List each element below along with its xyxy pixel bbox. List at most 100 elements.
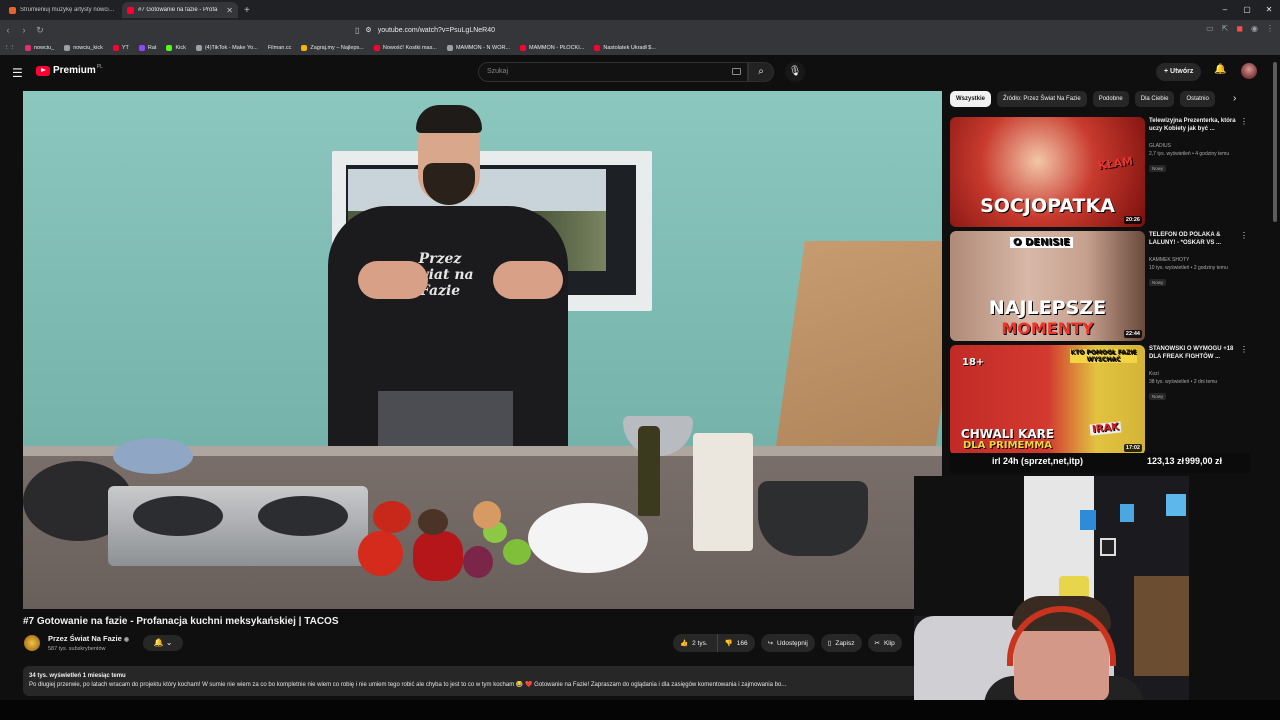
video-info: TELEFON OD POLAKA & LALUNY! - *OSKAR VS … bbox=[1149, 231, 1245, 289]
maximize-icon[interactable]: ▢ bbox=[1236, 0, 1258, 20]
bookmark-item[interactable]: MAMMON - PŁOCKI... bbox=[520, 44, 584, 51]
more-options-icon[interactable]: ⋮ bbox=[1240, 231, 1248, 240]
tiktok-icon bbox=[195, 44, 202, 51]
video-info: STANOWSKI O WYMOGU +18 DLA FREAK FIGHTÓW… bbox=[1149, 345, 1245, 403]
channel-avatar[interactable] bbox=[24, 635, 40, 651]
more-options-icon[interactable]: ⋮ bbox=[1240, 345, 1248, 354]
chevron-right-icon[interactable]: › bbox=[1233, 93, 1236, 104]
video-duration: 20:26 bbox=[1123, 216, 1142, 224]
browser-tab-music[interactable]: Strumieniuj muzykę artysty nowciu | bbox=[4, 2, 120, 18]
forward-icon[interactable]: › bbox=[16, 25, 32, 35]
video-title[interactable]: TELEFON OD POLAKA & LALUNY! - *OSKAR VS … bbox=[1149, 231, 1245, 255]
verified-icon: ◉ bbox=[123, 637, 130, 643]
bookmark-item[interactable]: Zagraj.my – Najleps... bbox=[301, 44, 364, 51]
new-tab-button[interactable]: + bbox=[244, 5, 250, 16]
youtube-logo[interactable]: Premium PL bbox=[36, 64, 103, 76]
youtube-icon bbox=[520, 44, 527, 51]
url-field[interactable]: ▯ ⚙ youtube.com/watch?v=PsuLgLNeR40 bbox=[355, 23, 915, 37]
bookmark-item[interactable]: Nowość! Kostki mas... bbox=[373, 44, 437, 51]
url-text: youtube.com/watch?v=PsuLgLNeR40 bbox=[377, 26, 496, 34]
minimize-icon[interactable]: – bbox=[1214, 0, 1236, 20]
video-thumbnail[interactable]: O DENISIE NAJLEPSZE MOMENTY 22:44 bbox=[950, 231, 1145, 341]
apps-icon[interactable]: ⋮⋮ bbox=[4, 45, 15, 51]
notifications-icon[interactable]: 🔔 bbox=[1214, 64, 1226, 75]
chip-recent[interactable]: Ostatnio bbox=[1180, 91, 1215, 107]
subscriber-count: 587 tys. subskrybentów bbox=[48, 646, 106, 652]
bookmark-item[interactable]: Nastolatek Ukradł $... bbox=[594, 44, 656, 51]
recommended-video[interactable]: O DENISIE NAJLEPSZE MOMENTY 22:44 TELEFO… bbox=[950, 231, 1250, 341]
search-icon: ⌕ bbox=[758, 66, 764, 77]
search-input[interactable]: Szukaj bbox=[478, 62, 748, 82]
video-player[interactable]: Przez Świat na Fazie bbox=[23, 91, 942, 609]
goal-label: irl 24h (sprzet,net,itp) bbox=[992, 456, 1084, 466]
menu-dots-icon[interactable]: ⋮ bbox=[1266, 24, 1274, 33]
channel-name[interactable]: Przez Świat Na Fazie ◉ bbox=[48, 634, 129, 643]
extension-icons: ▭ ⇱ ◼ ◉ ⋮ bbox=[1206, 24, 1274, 33]
onion bbox=[473, 501, 501, 529]
close-tab-icon[interactable]: ✕ bbox=[226, 6, 233, 15]
keyboard-icon[interactable] bbox=[732, 68, 741, 75]
video-thumbnail[interactable]: SOCJOPATKA KŁAM 20:26 bbox=[950, 117, 1145, 227]
back-icon[interactable]: ‹ bbox=[0, 25, 16, 35]
recommended-video[interactable]: 18+ KTO POMOGŁ FAZIE WYSCHAĆ IRAK CHWALI… bbox=[950, 345, 1250, 455]
reload-icon[interactable]: ↻ bbox=[32, 25, 48, 36]
chip-for-you[interactable]: Dla Ciebie bbox=[1134, 91, 1175, 107]
thumbnail-caption: CHWALI KARE bbox=[960, 427, 1055, 441]
microphone-icon: 🎙 bbox=[788, 66, 802, 77]
age-badge: 18+ bbox=[962, 357, 985, 368]
bookmarks-bar: ⋮⋮ nowciu_ nowciu_kick YT Rat Kick (4)Ti… bbox=[0, 40, 1280, 55]
channel-name[interactable]: KAMMEK SHOTY bbox=[1149, 257, 1245, 263]
browser-tab-video[interactable]: #7 Gotowanie na fazie - Profa ✕ bbox=[122, 2, 238, 18]
tomato bbox=[373, 501, 411, 533]
video-title: #7 Gotowanie na fazie - Profanacja kuchn… bbox=[23, 616, 339, 627]
create-button[interactable]: + Utwórz bbox=[1156, 63, 1202, 81]
bookmark-item[interactable]: YT bbox=[112, 44, 129, 51]
video-thumbnail[interactable]: 18+ KTO POMOGŁ FAZIE WYSCHAĆ IRAK CHWALI… bbox=[950, 345, 1145, 455]
game-icon bbox=[301, 44, 308, 51]
bookmark-item[interactable]: Kick bbox=[166, 44, 186, 51]
bookmark-icon[interactable]: ▯ bbox=[355, 26, 359, 35]
video-description[interactable]: 34 tys. wyświetleń 1 miesiąc temu Po dłu… bbox=[23, 666, 918, 696]
chip-all[interactable]: Wszystkie bbox=[950, 91, 992, 107]
search-button[interactable]: ⌕ bbox=[748, 62, 774, 82]
globe-icon bbox=[446, 44, 453, 51]
voice-search-button[interactable]: 🎙 bbox=[785, 62, 805, 82]
subscription-bell-button[interactable]: 🔔 ⌄ bbox=[143, 635, 183, 651]
video-title[interactable]: Telewizyjna Prezenterka, która uczy Kobi… bbox=[1149, 117, 1245, 141]
close-window-icon[interactable]: ✕ bbox=[1258, 0, 1280, 20]
chevron-down-icon: ⌄ bbox=[165, 638, 173, 647]
bookmark-item[interactable]: (4)TikTok - Make Yo... bbox=[195, 44, 258, 51]
like-button[interactable]: 👍 2 tys. bbox=[673, 634, 718, 652]
chip-similar[interactable]: Podobne bbox=[1092, 91, 1129, 107]
thumbnail-caption: KTO POMOGŁ FAZIE WYSCHAĆ bbox=[1070, 349, 1137, 363]
view-count-date: 34 tys. wyświetleń 1 miesiąc temu bbox=[29, 673, 126, 679]
extension-icon[interactable]: ◼ bbox=[1236, 24, 1243, 33]
youtube-icon bbox=[594, 44, 601, 51]
video-title[interactable]: STANOWSKI O WYMOGU +18 DLA FREAK FIGHTÓW… bbox=[1149, 345, 1245, 369]
dislike-button[interactable]: 👎 166 bbox=[717, 634, 755, 652]
account-avatar[interactable] bbox=[1241, 63, 1257, 79]
thumbnail-caption: KŁAM bbox=[1097, 154, 1134, 173]
chip-source[interactable]: Źródło: Przez Świat Na Fazie bbox=[997, 91, 1087, 107]
screenshot-icon[interactable]: ▭ bbox=[1206, 24, 1214, 33]
clip-button[interactable]: ✂ Klip bbox=[867, 634, 902, 652]
recommended-video[interactable]: SOCJOPATKA KŁAM 20:26 Telewizyjna Prezen… bbox=[950, 117, 1250, 227]
bookmark-item[interactable]: nowciu_kick bbox=[64, 44, 103, 51]
x-icon bbox=[64, 44, 71, 51]
channel-name[interactable]: GLADIUS bbox=[1149, 143, 1245, 149]
share-button[interactable]: ↪ Udostępnij bbox=[760, 634, 815, 652]
bookmark-item[interactable]: Rat bbox=[138, 44, 156, 51]
save-button[interactable]: ▯ Zapisz bbox=[820, 634, 862, 652]
bookmark-item[interactable]: Filman.cc bbox=[268, 45, 292, 51]
profile-icon[interactable]: ◉ bbox=[1251, 24, 1258, 33]
scrollbar-thumb[interactable] bbox=[1273, 62, 1277, 222]
channel-name[interactable]: Kozi bbox=[1149, 371, 1245, 377]
bell-icon: 🔔 bbox=[153, 638, 164, 647]
more-options-icon[interactable]: ⋮ bbox=[1240, 117, 1248, 126]
menu-icon[interactable]: ☰ bbox=[12, 66, 23, 80]
share-icon[interactable]: ⇱ bbox=[1222, 24, 1229, 33]
bookmark-item[interactable]: MAMMON - N WOR... bbox=[446, 44, 510, 51]
youtube-favicon-icon bbox=[127, 6, 134, 14]
bookmark-item[interactable]: nowciu_ bbox=[25, 44, 54, 51]
site-info-icon[interactable]: ⚙ bbox=[365, 26, 371, 34]
